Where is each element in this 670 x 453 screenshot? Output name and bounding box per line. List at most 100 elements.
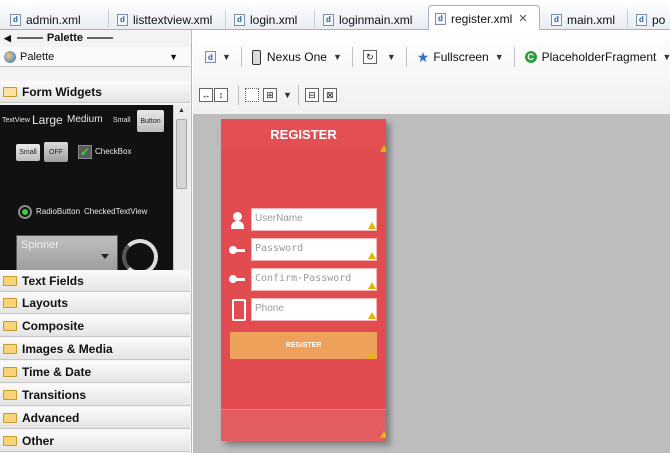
gravity-button[interactable]: ⊞ ▼ <box>263 85 292 105</box>
warning-icon[interactable] <box>368 222 376 229</box>
warning-icon[interactable] <box>367 352 375 359</box>
register-title[interactable]: REGISTER <box>221 127 386 142</box>
layout-height-button[interactable]: ↕ <box>214 85 232 105</box>
device-screen-preview[interactable]: REGISTER UserName Password Confirm-Passw… <box>221 119 386 441</box>
device-chooser-button[interactable]: Nexus One ▼ <box>248 47 346 67</box>
layout-editor-toolbar: d ▼ Nexus One ▼ ↻ ▼ ★ Fullscreen ▼ C Pla… <box>193 30 670 114</box>
palette-header[interactable]: ◀ Palette <box>0 30 192 46</box>
category-layouts[interactable]: Layouts <box>0 292 190 314</box>
folder-icon <box>3 275 17 286</box>
confirm-password-field[interactable]: Confirm-Password <box>251 268 377 291</box>
palette-panel: ◀ Palette Palette ▼ Form Widgets TextVie… <box>0 30 192 453</box>
device-icon <box>251 49 261 65</box>
activity-button[interactable]: C PlaceholderFragment ▼ <box>521 47 670 67</box>
medium-text-widget[interactable]: Medium <box>67 114 103 125</box>
xml-file-icon: d <box>551 13 562 26</box>
config-chooser-button[interactable]: d ▼ <box>201 47 235 67</box>
category-label: Text Fields <box>22 273 84 288</box>
key-icon <box>229 241 245 259</box>
category-advanced[interactable]: Advanced <box>0 407 190 429</box>
xml-file-icon: d <box>205 51 216 63</box>
category-composite[interactable]: Composite <box>0 315 190 337</box>
category-images-media[interactable]: Images & Media <box>0 338 190 360</box>
margins-button[interactable] <box>245 85 263 105</box>
toolbar-divider <box>240 47 242 67</box>
fill-height-icon: ↕ <box>214 88 228 102</box>
username-field[interactable]: UserName <box>251 208 377 231</box>
checkbox-check-icon[interactable]: ✓ <box>78 145 92 159</box>
toolbar-row-config: d ▼ Nexus One ▼ ↻ ▼ ★ Fullscreen ▼ C Pla… <box>193 44 670 70</box>
xml-file-icon: d <box>636 13 647 26</box>
chevron-down-icon[interactable]: ▼ <box>169 52 178 62</box>
register-button[interactable]: REGISTER <box>230 332 377 359</box>
button-widget[interactable]: Button <box>137 110 164 132</box>
folder-icon <box>3 389 17 400</box>
theme-button[interactable]: ★ Fullscreen ▼ <box>413 47 508 67</box>
xml-file-icon: d <box>435 12 446 25</box>
small-button-widget[interactable]: Small <box>16 144 40 161</box>
tab-po[interactable]: d po <box>630 9 670 30</box>
scroll-thumb[interactable] <box>176 119 187 189</box>
tab-listtextview-xml[interactable]: d listtextview.xml <box>111 9 223 30</box>
xml-file-icon: d <box>323 13 334 26</box>
textview-widget[interactable]: TextView <box>2 117 30 124</box>
large-text-widget[interactable]: Large <box>32 113 63 127</box>
category-other[interactable]: Other <box>0 430 190 452</box>
palette-selector[interactable]: Palette ▼ <box>0 47 190 67</box>
warning-icon[interactable] <box>368 282 376 289</box>
category-transitions[interactable]: Transitions <box>0 384 190 406</box>
category-time-date[interactable]: Time & Date <box>0 361 190 383</box>
warning-icon[interactable] <box>368 252 376 259</box>
chevron-down-icon: ▼ <box>386 52 396 62</box>
category-label: Form Widgets <box>22 84 102 99</box>
phone-placeholder: Phone <box>255 303 284 314</box>
password-field[interactable]: Password <box>251 238 377 261</box>
xml-file-icon: d <box>10 13 21 26</box>
toolbar-row-zoom: ↔ ↕ ⊞ ▼ ⊟ ⊠ <box>193 82 341 108</box>
orientation-button[interactable]: ↻ ▼ <box>359 47 400 67</box>
radio-button-icon[interactable] <box>18 205 32 219</box>
tab-main-xml[interactable]: d main.xml <box>545 9 625 30</box>
warning-icon[interactable] <box>380 431 386 438</box>
margins-icon <box>245 88 259 102</box>
design-canvas[interactable]: REGISTER UserName Password Confirm-Passw… <box>193 114 670 453</box>
category-label: Composite <box>22 318 85 333</box>
small-text-widget[interactable]: Small <box>113 117 131 124</box>
radiobutton-widget[interactable]: RadioButton <box>36 207 80 216</box>
grip-icon <box>16 37 43 39</box>
rotate-icon: ↻ <box>362 50 377 64</box>
tab-label: listtextview.xml <box>133 12 213 27</box>
category-form-widgets[interactable]: Form Widgets <box>0 81 190 103</box>
palette-icon <box>4 50 16 63</box>
chevron-down-icon: ▼ <box>662 52 670 62</box>
scroll-up-icon[interactable]: ▲ <box>178 107 185 114</box>
assign-weight-button[interactable]: ⊠ <box>322 85 341 105</box>
activity-label: PlaceholderFragment <box>541 50 657 64</box>
category-label: Transitions <box>22 387 87 402</box>
chevron-down-icon <box>101 254 109 259</box>
tab-admin-xml[interactable]: d admin.xml <box>4 9 108 30</box>
phone-field[interactable]: Phone <box>251 298 377 321</box>
warning-icon[interactable] <box>368 312 376 319</box>
warning-icon[interactable] <box>380 145 386 152</box>
distribute-weights-button[interactable]: ⊟ <box>304 85 323 105</box>
tab-loginmain-xml[interactable]: d loginmain.xml <box>317 9 421 30</box>
checkedtextview-widget[interactable]: CheckedTextView <box>84 207 147 216</box>
category-label: Images & Media <box>22 341 113 356</box>
toolbar-divider <box>351 47 353 67</box>
tab-divider <box>225 10 226 28</box>
tab-register-xml[interactable]: d register.xml ✕ <box>428 5 540 31</box>
checkbox-widget[interactable]: CheckBox <box>95 147 131 156</box>
close-icon[interactable]: ✕ <box>518 12 527 25</box>
gravity-icon: ⊞ <box>263 88 277 102</box>
category-text-fields[interactable]: Text Fields <box>0 270 190 292</box>
xml-file-icon: d <box>234 13 245 26</box>
collapse-arrow-icon[interactable]: ◀ <box>4 33 11 44</box>
toggle-button-widget[interactable]: OFF <box>44 142 68 162</box>
tab-label: register.xml <box>451 11 513 26</box>
category-label: Other <box>22 433 55 448</box>
class-c-icon: C <box>524 51 537 63</box>
tab-login-xml[interactable]: d login.xml <box>228 9 312 30</box>
widgets-scrollbar[interactable]: ▲ ▼ <box>173 105 190 287</box>
layout-width-button[interactable]: ↔ <box>199 85 214 105</box>
